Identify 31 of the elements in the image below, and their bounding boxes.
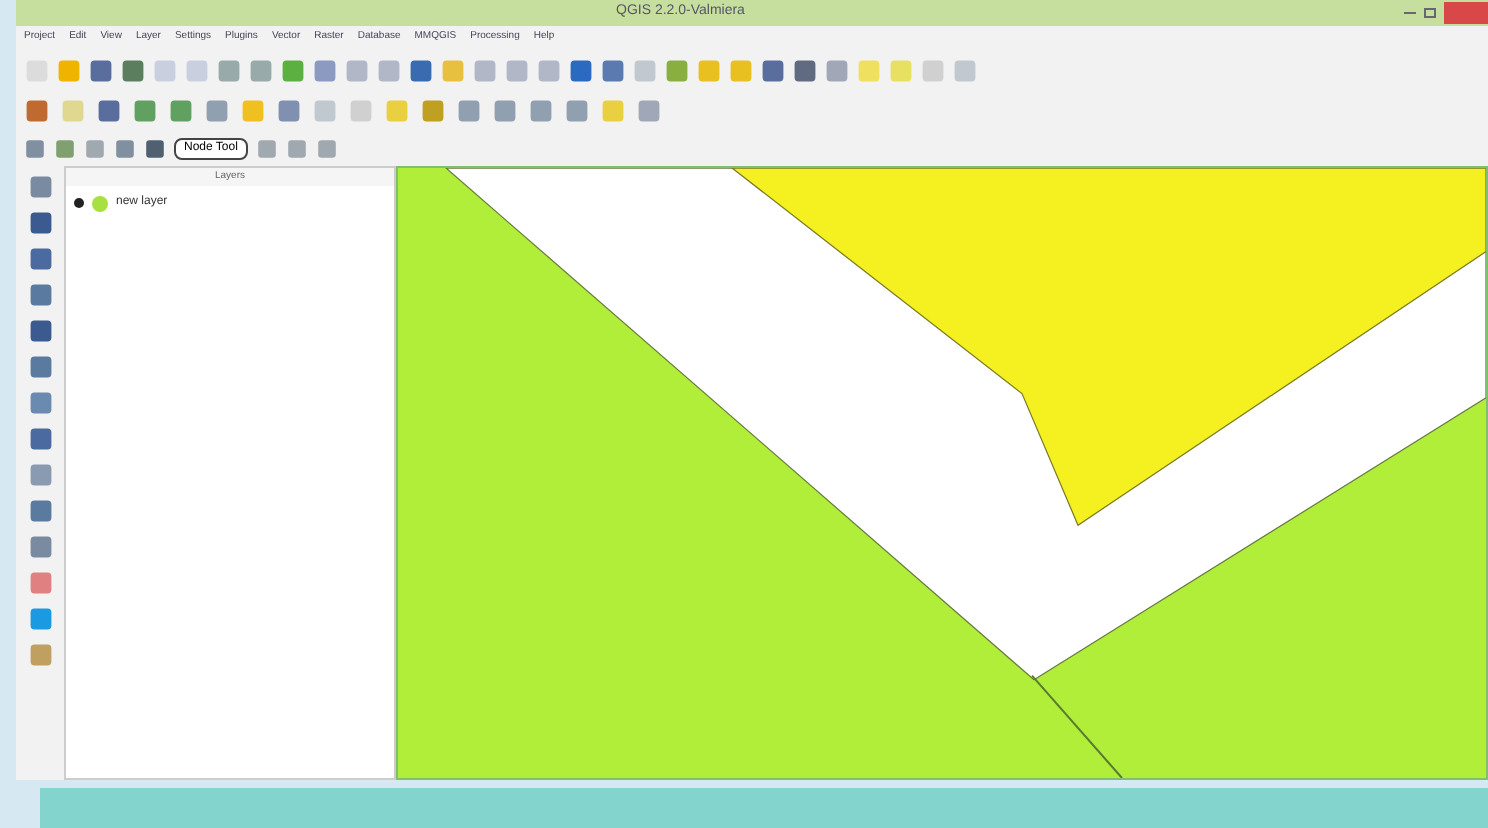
toolbar-icon[interactable] xyxy=(27,462,53,488)
toolbar-icon[interactable] xyxy=(88,57,114,83)
toolbar-icon[interactable] xyxy=(27,534,53,560)
toolbar-icon[interactable] xyxy=(27,426,53,452)
toolbar-icon[interactable] xyxy=(27,246,53,272)
toolbar-icon[interactable] xyxy=(24,137,46,159)
toolbar-icon[interactable] xyxy=(132,97,158,123)
layer-symbol-icon xyxy=(92,195,108,211)
maximize-icon[interactable] xyxy=(1424,8,1436,18)
toolbar-icon[interactable] xyxy=(276,97,302,123)
toolbar-icon[interactable] xyxy=(114,137,136,159)
toolbar-icon[interactable] xyxy=(568,57,594,83)
toolbar-icon[interactable] xyxy=(792,57,818,83)
toolbar-icon[interactable] xyxy=(27,318,53,344)
toolbar-icon[interactable] xyxy=(27,282,53,308)
toolbar-icon[interactable] xyxy=(27,498,53,524)
toolbar-icon[interactable] xyxy=(24,97,50,123)
toolbar-icon[interactable] xyxy=(27,174,53,200)
toolbar-icon[interactable] xyxy=(600,57,626,83)
toolbar-icon[interactable] xyxy=(120,57,146,83)
toolbar-icon[interactable] xyxy=(144,137,166,159)
toolbar-icon[interactable] xyxy=(27,354,53,380)
toolbar-icon[interactable] xyxy=(168,97,194,123)
toolbar-icon[interactable] xyxy=(27,210,53,236)
toolbar-icon[interactable] xyxy=(408,57,434,83)
toolbar-icon[interactable] xyxy=(760,57,786,83)
toolbar-icon[interactable] xyxy=(96,97,122,123)
layer-checkbox[interactable] xyxy=(74,198,84,208)
toolbar-icon[interactable] xyxy=(54,137,76,159)
toolbar-icon[interactable] xyxy=(27,606,53,632)
toolbar-icon[interactable] xyxy=(27,390,53,416)
